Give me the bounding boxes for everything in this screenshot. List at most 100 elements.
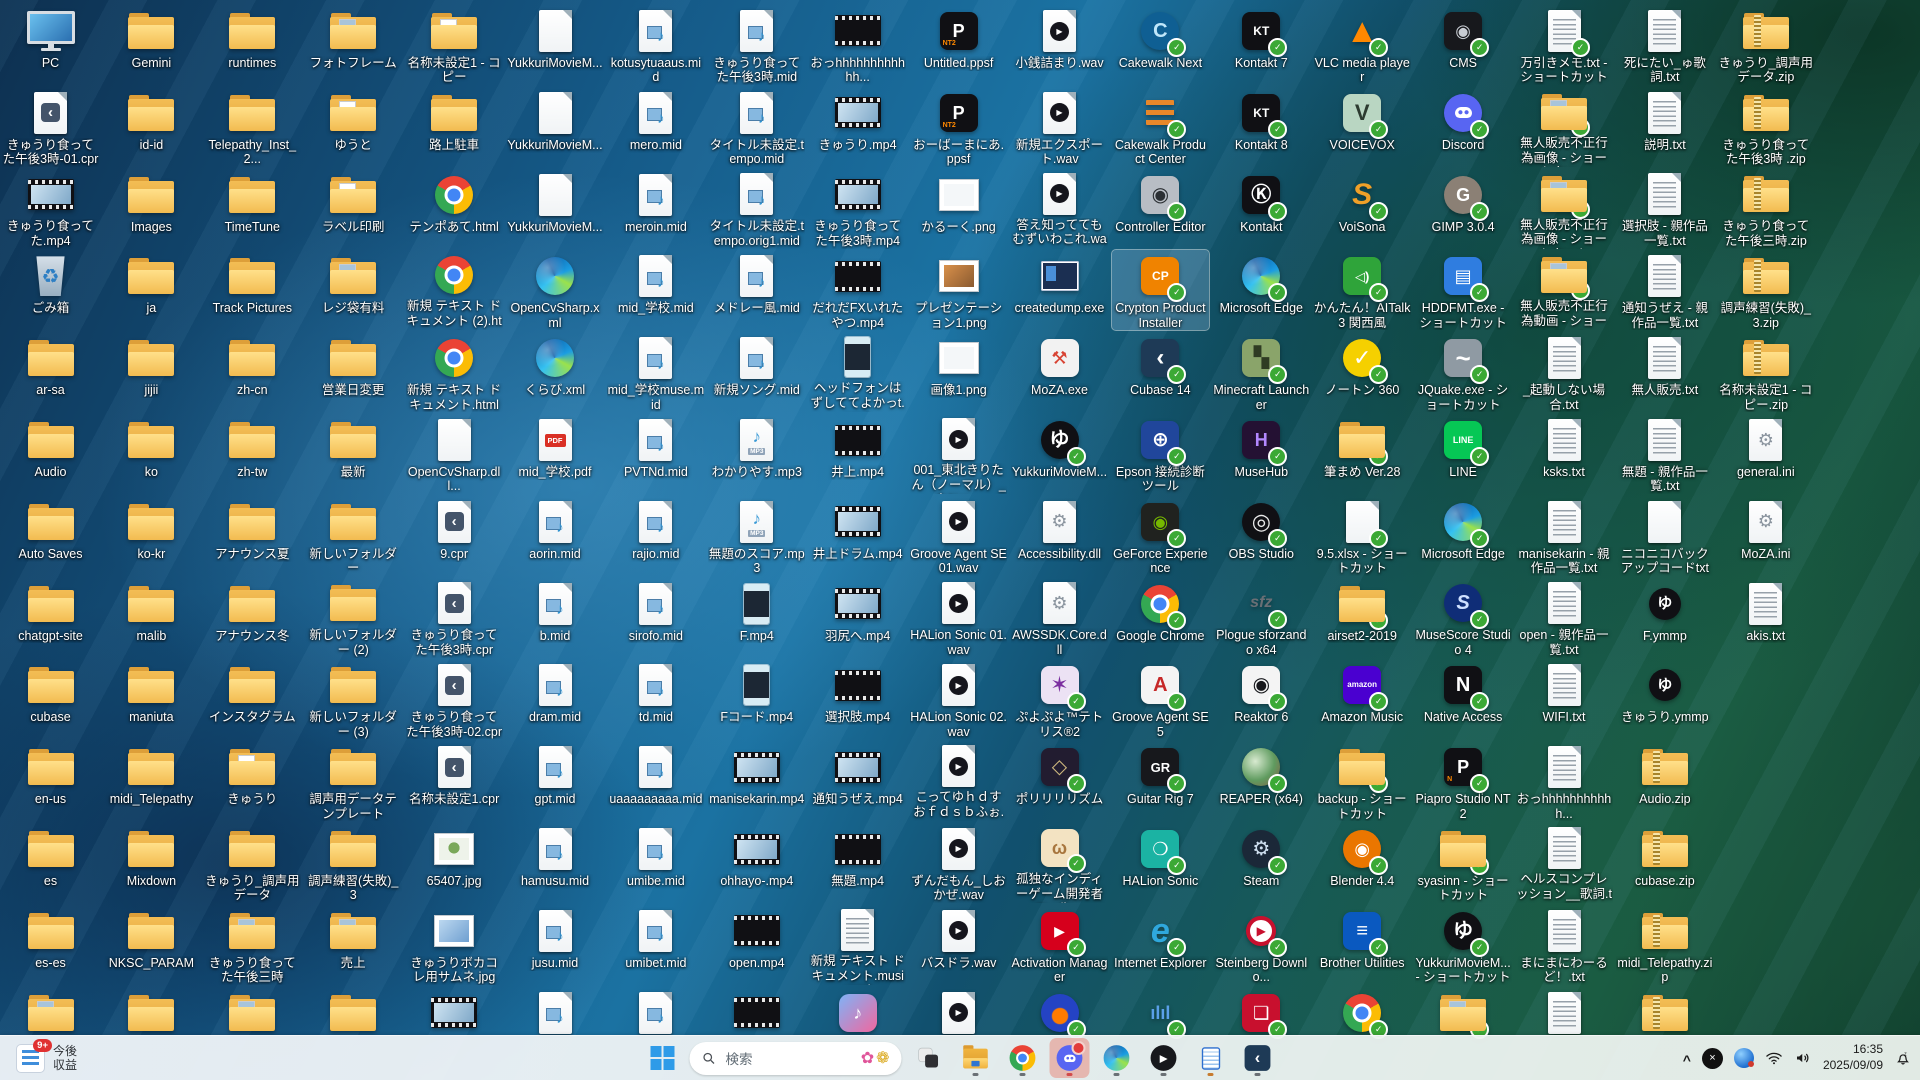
desktop-icon-9.cpr[interactable]: ‹ 9.cpr	[406, 496, 503, 576]
desktop-icon-zh-cn[interactable]: zh-cn	[204, 332, 301, 412]
desktop-icon-きゅうり[interactable]: きゅうり	[204, 741, 301, 821]
desktop-icon-ぷよぷよ™テトリス®2[interactable]: ✶ ✓ ぷよぷよ™テトリス®2	[1011, 659, 1108, 739]
desktop-icon-きゅうり食ってた午後3時-01.cpr[interactable]: ‹ きゅうり食ってた午後3時-01.cpr	[2, 87, 99, 167]
desktop-icon-jijii[interactable]: jijii	[103, 332, 200, 412]
desktop-icon-WIFI.txt[interactable]: WIFI.txt	[1516, 659, 1613, 739]
desktop-icon-新規エクスポート.wav[interactable]: ▶ 新規エクスポート.wav	[1011, 87, 1108, 167]
desktop-icon-ar-sa[interactable]: ar-sa	[2, 332, 99, 412]
desktop-icon-mid_学校.mid[interactable]: ♪ mid_学校.mid	[607, 250, 704, 330]
desktop-icon-HALion Sonic 01.wav[interactable]: ▶ HALion Sonic 01.wav	[910, 578, 1007, 658]
desktop-icon-選択肢 - 親作品一覧.txt[interactable]: 選択肢 - 親作品一覧.txt	[1616, 169, 1713, 249]
desktop-icon-新しいフォルダー (2)[interactable]: 新しいフォルダー (2)	[305, 578, 402, 658]
wifi-icon[interactable]	[1765, 1049, 1783, 1067]
desktop-icon-ko-kr[interactable]: ko-kr	[103, 496, 200, 576]
tray-sphere-app-icon[interactable]	[1733, 1048, 1754, 1068]
desktop-icon-Kontakt[interactable]: Ⓚ ✓ Kontakt	[1213, 169, 1310, 249]
desktop-icon-Microsoft Edge[interactable]: ✓ Microsoft Edge	[1213, 250, 1310, 330]
desktop-icon-答え知っててもむずいわこれ.wav[interactable]: ▶答え知っててもむずいわこれ.wav	[1011, 169, 1108, 249]
desktop-icon-ポリリリリズム[interactable]: ◇ ✓ ポリリリリズム	[1011, 741, 1108, 821]
desktop-icon-jusu.mid[interactable]: ♪ jusu.mid	[507, 905, 604, 985]
tray-chevron-icon[interactable]: ^	[1683, 1052, 1691, 1068]
desktop-icon-通知うぜえ.mp4[interactable]: 通知うぜえ.mp4	[809, 741, 906, 821]
search-box[interactable]: 検索 ✿ ❁	[689, 1041, 902, 1075]
desktop-icon-アナウンス夏[interactable]: アナウンス夏	[204, 496, 301, 576]
desktop-icon-Mixdown[interactable]: Mixdown	[103, 823, 200, 903]
desktop-icon-Guitar Rig 7[interactable]: GR ✓ Guitar Rig 7	[1112, 741, 1209, 821]
desktop-icon-通知うぜえ - 親作品一覧.txt[interactable]: 通知うぜえ - 親作品一覧.txt	[1616, 250, 1713, 330]
desktop-icon-ヘッドフォンはずしててよかっt.mp4[interactable]: ヘッドフォンはずしててよかっt.mp4	[809, 332, 906, 412]
desktop-icon-孤独なインディーゲーム開発者の一生 ...[interactable]: ω✓孤独なインディーゲーム開発者の一生 ...	[1011, 823, 1108, 903]
desktop-icon-Epson 接続診断ツール[interactable]: ⊕ ✓ Epson 接続診断ツール	[1112, 414, 1209, 494]
desktop-icon-midi_Telepathy.zip[interactable]: midi_Telepathy.zip	[1616, 905, 1713, 985]
desktop-icon-きゅうりボカコレ用サムネ.jpg[interactable]: きゅうりボカコレ用サムネ.jpg	[406, 905, 503, 985]
desktop-icon-営業日変更[interactable]: 営業日変更	[305, 332, 402, 412]
desktop-icon-MuseScore Studio 4[interactable]: S ✓ MuseScore Studio 4	[1415, 578, 1512, 658]
desktop-icon-選択肢.mp4[interactable]: 選択肢.mp4	[809, 659, 906, 739]
notification-bell-icon[interactable]: z	[1894, 1049, 1912, 1067]
desktop-icon-airset2-2019[interactable]: ✓airset2-2019	[1314, 578, 1411, 658]
desktop-icon-井上ドラム.mp4[interactable]: 井上ドラム.mp4	[809, 496, 906, 576]
taskbar-app-discord[interactable]	[1049, 1038, 1090, 1078]
desktop-icon-路上駐車[interactable]: 路上駐車	[406, 87, 503, 167]
desktop-icon-無題のスコア.mp3[interactable]: ♪ MP3 無題のスコア.mp3	[708, 496, 805, 576]
desktop-icon-だれだFXいれたやつ.mp4[interactable]: だれだFXいれたやつ.mp4	[809, 250, 906, 330]
widgets-button[interactable]: 9+ 今後 収益	[6, 1036, 87, 1080]
desktop-icon-くらび.xml[interactable]: くらび.xml	[507, 332, 604, 412]
desktop-icon-きゅうり食ってた午後3時.mp4[interactable]: きゅうり食ってた午後3時.mp4	[809, 169, 906, 249]
desktop-icon-TimeTune[interactable]: TimeTune	[204, 169, 301, 249]
desktop-icon-羽尻へ.mp4[interactable]: 羽尻へ.mp4	[809, 578, 906, 658]
volume-icon[interactable]	[1794, 1049, 1812, 1067]
desktop-icon-ゆうと[interactable]: ゆうと	[305, 87, 402, 167]
desktop-icon-きゅうり_調声用データ[interactable]: きゅうり_調声用データ	[204, 823, 301, 903]
desktop-icon-Blender 4.4[interactable]: ◉ ✓ Blender 4.4	[1314, 823, 1411, 903]
desktop-icon-新しいフォルダー (3)[interactable]: 新しいフォルダー (3)	[305, 659, 402, 739]
desktop-icon-新規 テキスト ドキュメント.html[interactable]: 新規 テキスト ドキュメント.html	[406, 332, 503, 412]
taskbar-app-file-explorer[interactable]	[956, 1038, 996, 1078]
desktop-icon-Brother Utilities[interactable]: ≡ ✓ Brother Utilities	[1314, 905, 1411, 985]
desktop-icon-MuseHub[interactable]: H ✓ MuseHub	[1213, 414, 1310, 494]
taskbar-app-task-view[interactable]	[909, 1038, 949, 1078]
desktop-icon-新規ソング.mid[interactable]: ♪ 新規ソング.mid	[708, 332, 805, 412]
desktop-icon-chatgpt-site[interactable]: chatgpt-site	[2, 578, 99, 658]
desktop-icon-Native Access[interactable]: N ✓ Native Access	[1415, 659, 1512, 739]
desktop-icon-mid_学校.pdf[interactable]: PDF mid_学校.pdf	[507, 414, 604, 494]
desktop-icon-YukkuriMovieM...[interactable]: ゆ ✓ YukkuriMovieM...	[1011, 414, 1108, 494]
desktop-icon-Audio[interactable]: Audio	[2, 414, 99, 494]
desktop-icon-rajio.mid[interactable]: ♪ rajio.mid	[607, 496, 704, 576]
desktop-icon-Cakewalk Product Center[interactable]: ✓ Cakewalk Product Center	[1112, 87, 1209, 167]
desktop-icon-PVTNd.mid[interactable]: ♪ PVTNd.mid	[607, 414, 704, 494]
desktop-icon-open.mp4[interactable]: open.mp4	[708, 905, 805, 985]
desktop-icon-PC[interactable]: PC	[2, 5, 99, 85]
desktop-icon-kotusytuaaus.mid[interactable]: ♪ kotusytuaaus.mid	[607, 5, 704, 85]
desktop-icon-Images[interactable]: Images	[103, 169, 200, 249]
desktop-icon-Piapro Studio NT2[interactable]: P N ✓ Piapro Studio NT2	[1415, 741, 1512, 821]
clock[interactable]: 16:35 2025/09/09	[1823, 1042, 1883, 1073]
desktop-icon-おっhhhhhhhhhhh...[interactable]: おっhhhhhhhhhhh...	[1516, 741, 1613, 821]
desktop-icon-midi_Telepathy[interactable]: midi_Telepathy	[103, 741, 200, 821]
desktop-icon-画像1.png[interactable]: 画像1.png	[910, 332, 1007, 412]
desktop-icon-Audio.zip[interactable]: Audio.zip	[1616, 741, 1713, 821]
desktop-icon-Untitled.ppsf[interactable]: P NT2 Untitled.ppsf	[910, 5, 1007, 85]
desktop-icon-名称未設定1 - コピー[interactable]: 名称未設定1 - コピー	[406, 5, 503, 85]
desktop-icon-無題 - 親作品一覧.txt[interactable]: 無題 - 親作品一覧.txt	[1616, 414, 1713, 494]
start-button[interactable]	[643, 1038, 683, 1078]
desktop-icon-調声用データテンプレート[interactable]: 調声用データテンプレート	[305, 741, 402, 821]
desktop-icon-Groove Agent SE 01.wav[interactable]: ▶ Groove Agent SE 01.wav	[910, 496, 1007, 576]
desktop-icon-タイトル未設定.tempo.orig1.mid[interactable]: ♪ タイトル未設定.tempo.orig1.mid	[708, 169, 805, 249]
desktop-icon-VLC media player[interactable]: ▲ ✓ VLC media player	[1314, 5, 1411, 85]
desktop-icon-F.mp4[interactable]: F.mp4	[708, 578, 805, 658]
desktop-icon-cubase.zip[interactable]: cubase.zip	[1616, 823, 1713, 903]
desktop-icon-manisekarin.mp4[interactable]: manisekarin.mp4	[708, 741, 805, 821]
desktop-icon-YukkuriMovieM...[interactable]: YukkuriMovieM...	[507, 169, 604, 249]
desktop-icon-Cakewalk Next[interactable]: C ✓ Cakewalk Next	[1112, 5, 1209, 85]
desktop-icon-NKSC_PARAM[interactable]: NKSC_PARAM	[103, 905, 200, 985]
desktop-icon-わかりやす.mp3[interactable]: ♪ MP3 わかりやす.mp3	[708, 414, 805, 494]
desktop-icon-きゅうり食ってた.mp4[interactable]: きゅうり食ってた.mp4	[2, 169, 99, 249]
desktop-icon-VoiSona[interactable]: S ✓ VoiSona	[1314, 169, 1411, 249]
desktop-icon-umibet.mid[interactable]: ♪ umibet.mid	[607, 905, 704, 985]
desktop-icon-名称未設定1 - コピー.zip[interactable]: 名称未設定1 - コピー.zip	[1717, 332, 1814, 412]
desktop-icon-mero.mid[interactable]: ♪ mero.mid	[607, 87, 704, 167]
desktop-icon-MoZA.ini[interactable]: ⚙ MoZA.ini	[1717, 496, 1814, 576]
desktop-icon-ノートン 360[interactable]: ✓ ✓ ノートン 360	[1314, 332, 1411, 412]
desktop-icon-きゅうり食ってた午後三時[interactable]: きゅうり食ってた午後三時	[204, 905, 301, 985]
